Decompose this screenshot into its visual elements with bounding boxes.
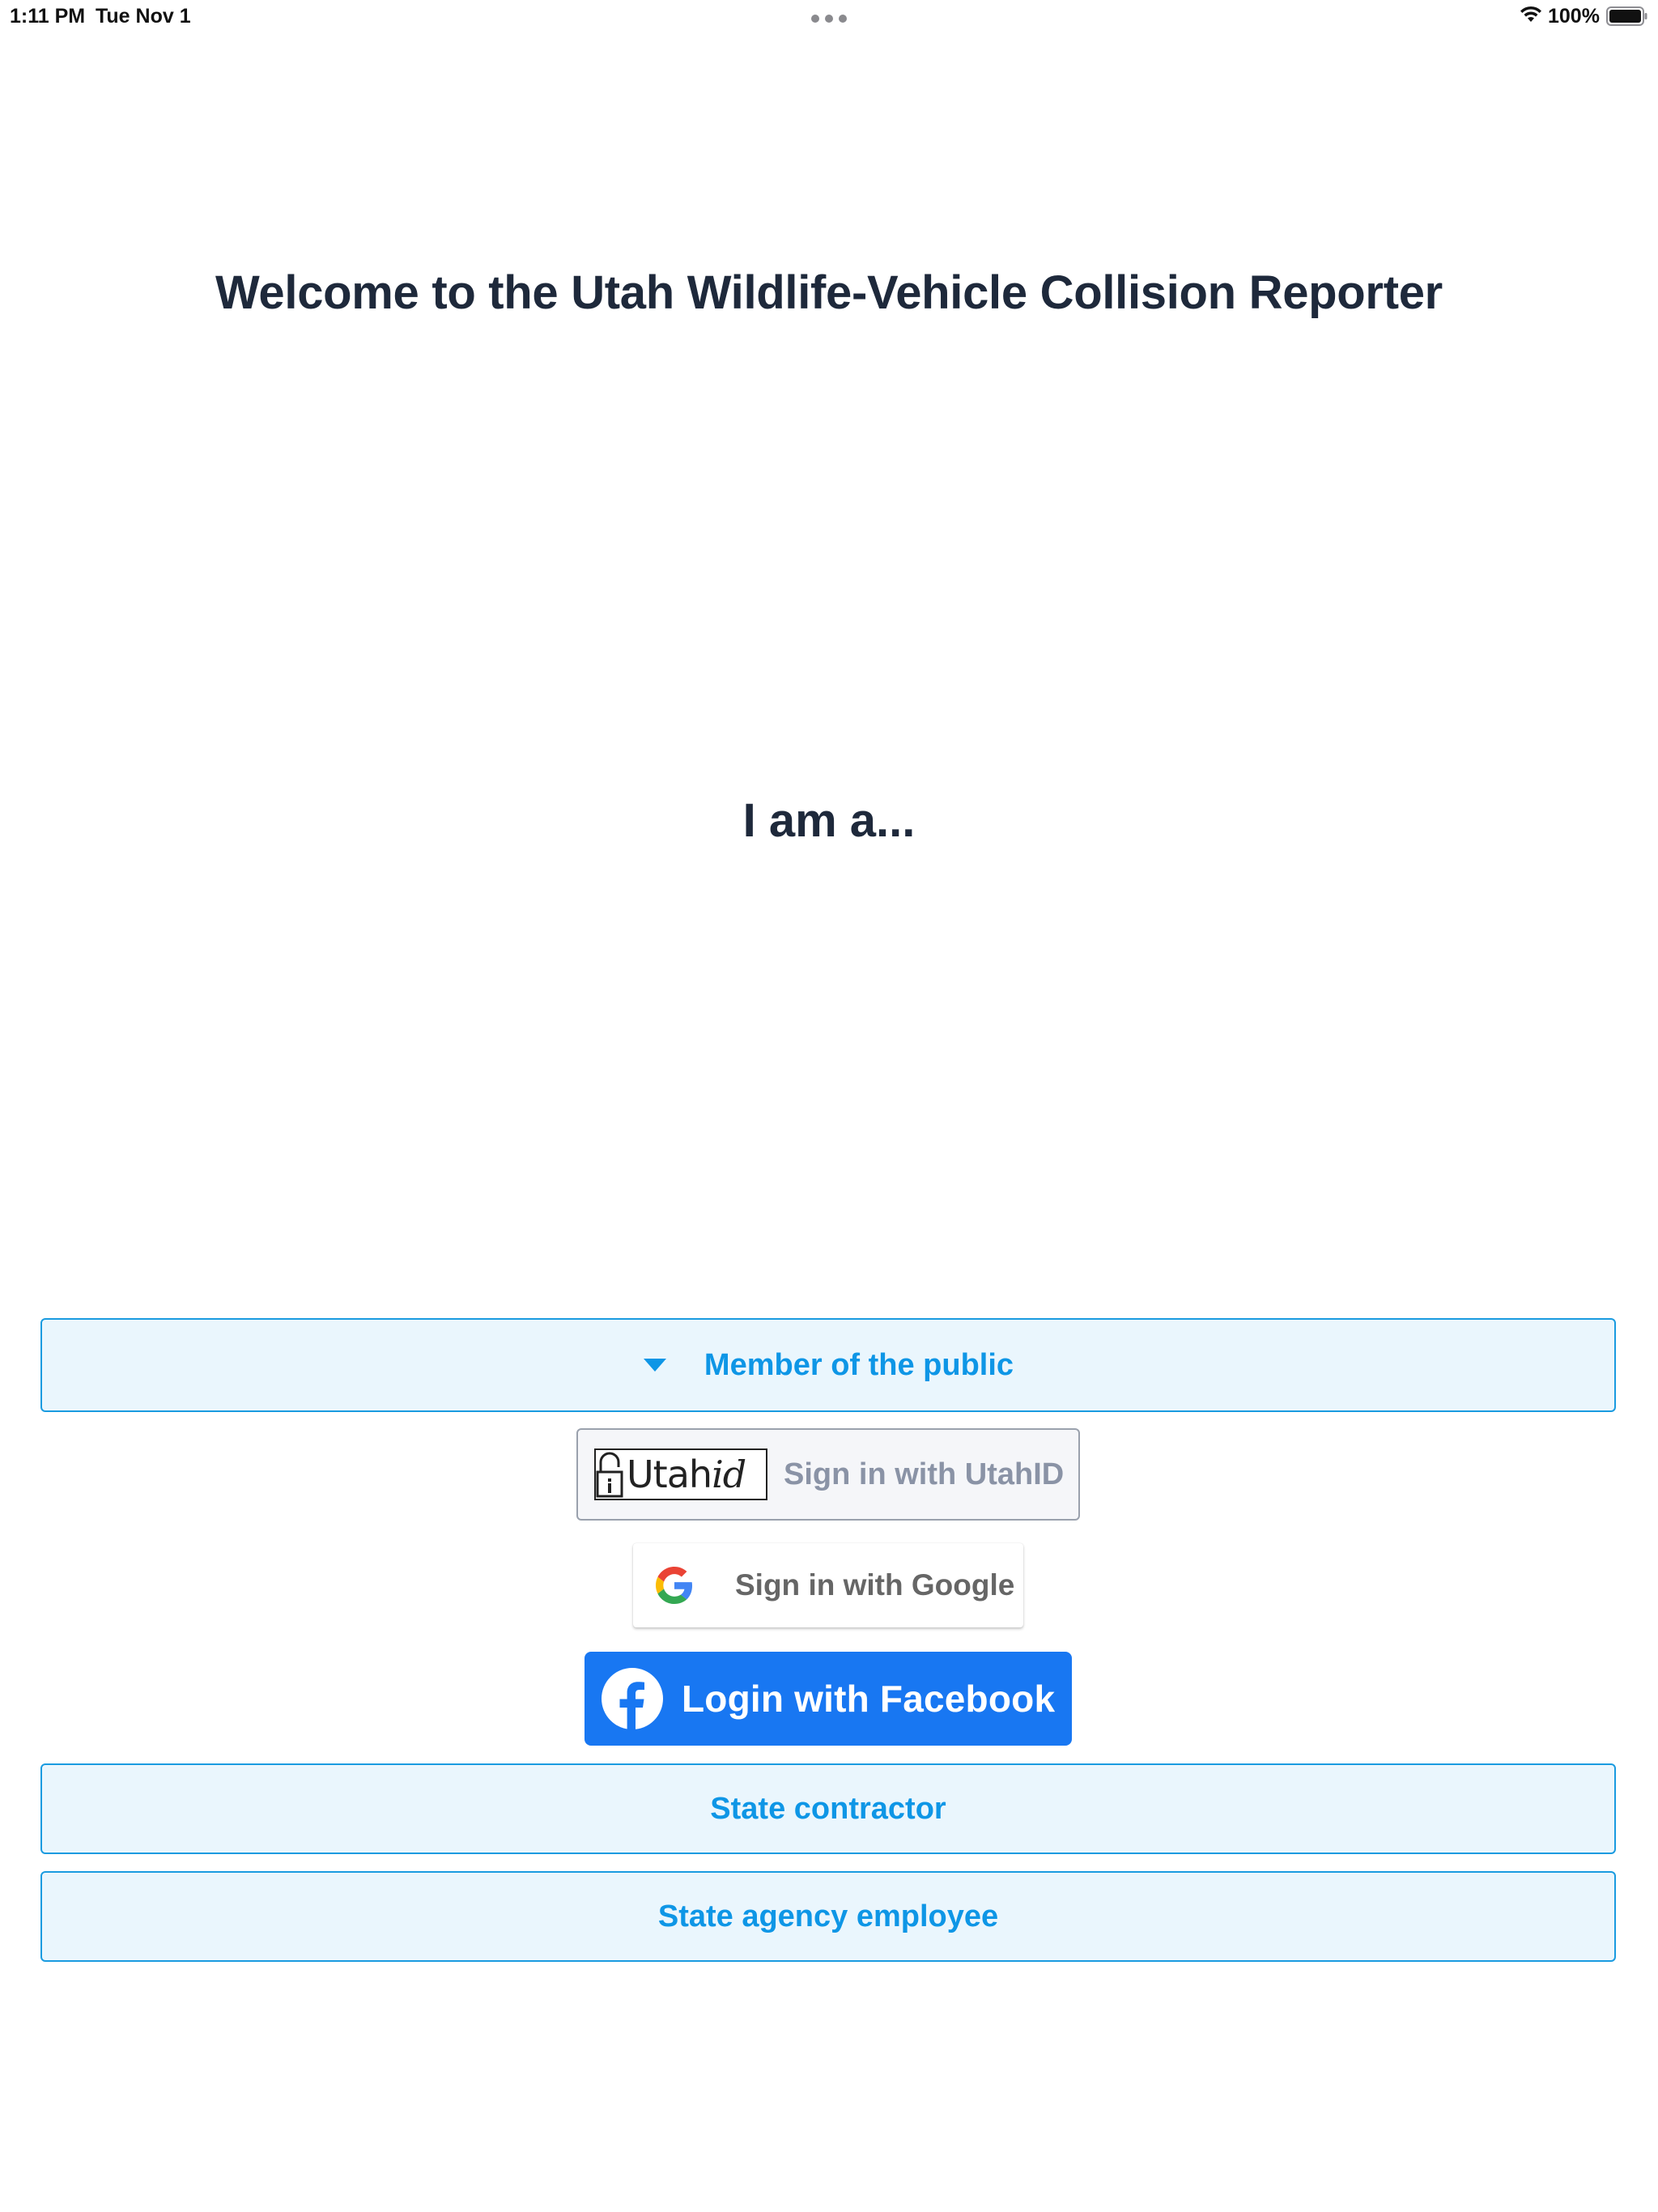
- google-g-icon: [656, 1567, 693, 1604]
- page-title: Welcome to the Utah Wildlife-Vehicle Col…: [215, 266, 1443, 319]
- member-of-public-button[interactable]: Member of the public: [40, 1318, 1616, 1412]
- caret-down-icon: [643, 1359, 666, 1372]
- utahid-logo: Utahid: [594, 1448, 767, 1500]
- state-agency-employee-button[interactable]: State agency employee: [40, 1871, 1616, 1962]
- multitask-dots-icon[interactable]: [811, 15, 847, 24]
- utahid-sign-in-label: Sign in with UtahID: [784, 1457, 1065, 1491]
- status-bar: 1:11 PM Tue Nov 1 100%: [0, 0, 1658, 36]
- battery-icon: [1606, 6, 1647, 26]
- facebook-login-button[interactable]: Login with Facebook: [585, 1652, 1072, 1746]
- state-contractor-button[interactable]: State contractor: [40, 1763, 1616, 1854]
- lock-icon: [596, 1452, 623, 1498]
- status-date: Tue Nov 1: [96, 5, 191, 28]
- utahid-sign-in-button[interactable]: Utahid Sign in with UtahID: [576, 1428, 1080, 1521]
- utahid-wordmark: Utahid: [627, 1453, 746, 1496]
- role-prompt: I am a...: [742, 794, 916, 847]
- wifi-icon: [1520, 6, 1541, 22]
- state-contractor-label: State contractor: [710, 1791, 946, 1826]
- status-time: 1:11 PM: [10, 5, 86, 28]
- facebook-f-icon: [602, 1668, 663, 1730]
- member-of-public-label: Member of the public: [704, 1347, 1014, 1382]
- google-sign-in-label: Sign in with Google: [735, 1568, 1015, 1602]
- google-sign-in-button[interactable]: Sign in with Google: [633, 1543, 1023, 1627]
- state-agency-employee-label: State agency employee: [657, 1899, 999, 1933]
- facebook-login-label: Login with Facebook: [682, 1678, 1056, 1720]
- battery-percentage: 100%: [1548, 5, 1600, 28]
